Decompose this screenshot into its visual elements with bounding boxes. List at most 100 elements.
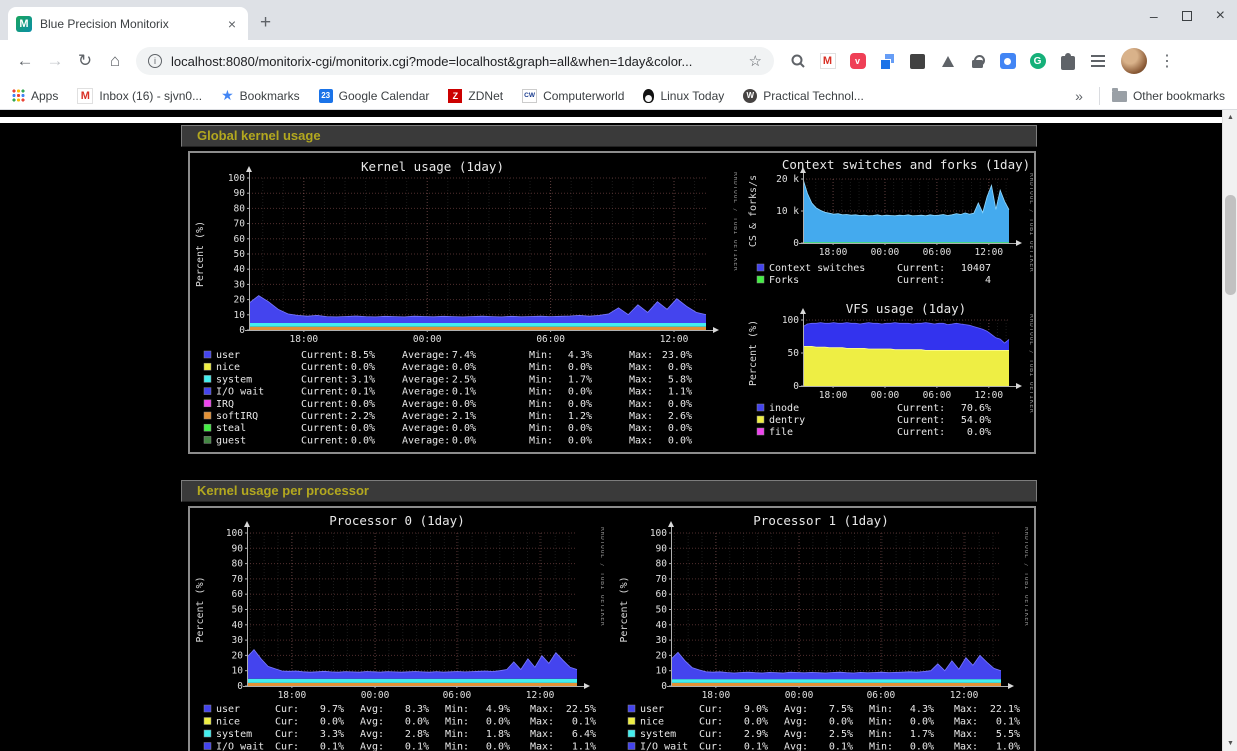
svg-text:12:00: 12:00 <box>660 334 689 345</box>
bookmark-inbox[interactable]: M Inbox (16) - sjvn0... <box>77 88 202 104</box>
svg-text:2.5%: 2.5% <box>829 729 853 740</box>
svg-text:Max:: Max: <box>954 729 978 740</box>
bookmark-practical-technology[interactable]: W Practical Technol... <box>743 89 864 103</box>
svg-text:100: 100 <box>782 315 799 326</box>
browser-menu-icon[interactable]: ⋮ <box>1159 51 1173 71</box>
svg-text:1.1%: 1.1% <box>572 742 596 751</box>
svg-text:2.1%: 2.1% <box>452 411 476 422</box>
tab-strip: M Blue Precision Monitorix × + – × <box>0 0 1237 40</box>
grammarly-extension-icon[interactable]: G <box>1027 51 1048 72</box>
extensions-puzzle-icon[interactable] <box>1057 51 1078 72</box>
svg-text:1.1%: 1.1% <box>668 387 692 398</box>
cpu0-chart: RRDTOOL / TOBI OETIKERPercent (%)Process… <box>192 510 604 751</box>
svg-text:Current:: Current: <box>301 387 349 398</box>
svg-text:Context switches: Context switches <box>769 263 865 274</box>
bookmark-google-calendar[interactable]: 23 Google Calendar <box>319 89 430 103</box>
reading-list-icon[interactable] <box>1087 51 1108 72</box>
bookmark-linux-today[interactable]: Linux Today <box>643 89 724 103</box>
other-bookmarks[interactable]: Other bookmarks <box>1112 89 1225 103</box>
svg-text:user: user <box>640 704 664 715</box>
bookmark-label: Practical Technol... <box>763 89 864 103</box>
star-icon: ★ <box>221 87 234 104</box>
back-button[interactable]: ← <box>10 51 40 71</box>
svg-text:9.7%: 9.7% <box>320 704 344 715</box>
svg-text:10: 10 <box>234 310 246 321</box>
svg-text:Max:: Max: <box>629 387 653 398</box>
context-switches-graph[interactable]: RRDTOOL / TOBI OETIKERCS & forks/sContex… <box>745 155 1033 295</box>
folder-icon <box>1112 91 1127 102</box>
bookmarks-divider <box>1099 87 1100 105</box>
svg-text:Max:: Max: <box>629 423 653 434</box>
pocket-extension-icon[interactable]: v <box>847 51 868 72</box>
svg-text:Min:: Min: <box>529 362 553 373</box>
svg-text:8.3%: 8.3% <box>405 704 429 715</box>
new-tab-button[interactable]: + <box>260 13 271 32</box>
gmail-extension-icon[interactable]: M <box>817 51 838 72</box>
scrollbar-thumb[interactable] <box>1225 195 1236 295</box>
page-info-icon[interactable]: i <box>148 54 162 68</box>
svg-text:Current:: Current: <box>897 275 945 286</box>
processor-1-graph[interactable]: RRDTOOL / TOBI OETIKERPercent (%)Process… <box>616 510 1028 751</box>
tab-close-icon[interactable]: × <box>224 16 240 32</box>
svg-text:Avg:: Avg: <box>784 742 808 751</box>
svg-text:Min:: Min: <box>445 704 469 715</box>
browser-tab[interactable]: M Blue Precision Monitorix × <box>8 7 248 40</box>
close-window-button[interactable]: × <box>1216 7 1225 25</box>
svg-text:40: 40 <box>232 620 244 631</box>
svg-text:0.1%: 0.1% <box>320 742 344 751</box>
svg-text:0.1%: 0.1% <box>572 717 596 728</box>
svg-text:0.1%: 0.1% <box>351 387 375 398</box>
svg-text:06:00: 06:00 <box>923 390 952 401</box>
processor-0-graph[interactable]: RRDTOOL / TOBI OETIKERPercent (%)Process… <box>192 510 604 751</box>
svg-text:Current:: Current: <box>301 374 349 385</box>
svg-text:Min:: Min: <box>529 423 553 434</box>
svg-text:00:00: 00:00 <box>785 690 814 701</box>
bookmark-apps[interactable]: Apps <box>12 89 58 103</box>
vfs-chart: RRDTOOL / TOBI OETIKERPercent (%)VFS usa… <box>745 300 1033 443</box>
svg-text:Max:: Max: <box>629 399 653 410</box>
svg-text:60: 60 <box>656 589 668 600</box>
svg-text:Current:: Current: <box>301 423 349 434</box>
svg-text:60: 60 <box>234 234 246 245</box>
bookmark-star-icon[interactable]: ☆ <box>749 52 762 70</box>
profile-avatar[interactable] <box>1121 48 1147 74</box>
reload-button[interactable]: ↻ <box>70 51 100 71</box>
svg-text:I/O wait: I/O wait <box>216 742 264 751</box>
screenshot-extension-icon[interactable] <box>997 51 1018 72</box>
svg-text:system: system <box>216 374 252 385</box>
context-chart: RRDTOOL / TOBI OETIKERCS & forks/sContex… <box>745 155 1033 295</box>
svg-text:system: system <box>216 729 252 740</box>
scrollbar-track[interactable]: ▲ ▼ <box>1222 110 1237 751</box>
svg-text:Cur:: Cur: <box>275 742 299 751</box>
search-extension-icon[interactable] <box>787 51 808 72</box>
kernel-usage-graph[interactable]: RRDTOOL / TOBI OETIKERPercent (%)Kernel … <box>192 155 737 450</box>
svg-text:20: 20 <box>234 295 246 306</box>
vfs-usage-graph[interactable]: RRDTOOL / TOBI OETIKERPercent (%)VFS usa… <box>745 300 1033 443</box>
minimize-button[interactable]: – <box>1150 8 1158 24</box>
maximize-button[interactable] <box>1182 11 1192 21</box>
bookmarks-overflow-icon[interactable]: » <box>1075 88 1083 104</box>
svg-text:0.1%: 0.1% <box>996 717 1020 728</box>
svg-text:Percent (%): Percent (%) <box>619 576 630 642</box>
svg-text:100: 100 <box>226 528 243 539</box>
svg-text:5.5%: 5.5% <box>996 729 1020 740</box>
bookmark-zdnet[interactable]: Z ZDNet <box>448 89 503 103</box>
shade-extension-icon[interactable] <box>907 51 928 72</box>
svg-text:40: 40 <box>656 620 668 631</box>
url-bar[interactable]: i localhost:8080/monitorix-cgi/monitorix… <box>136 47 774 75</box>
home-button[interactable]: ⌂ <box>100 51 130 71</box>
svg-text:I/O wait: I/O wait <box>640 742 688 751</box>
svg-text:0.0%: 0.0% <box>568 435 592 446</box>
bookmark-bookmarks[interactable]: ★ Bookmarks <box>221 87 300 104</box>
scrollbar-up-arrow[interactable]: ▲ <box>1223 110 1237 125</box>
forward-button[interactable]: → <box>40 51 70 71</box>
bookmark-computerworld[interactable]: CW Computerworld <box>522 89 624 103</box>
copy-extension-icon[interactable] <box>877 51 898 72</box>
svg-text:Min:: Min: <box>529 435 553 446</box>
svg-text:0.0%: 0.0% <box>568 387 592 398</box>
flask-extension-icon[interactable] <box>937 51 958 72</box>
lock-extension-icon[interactable] <box>967 51 988 72</box>
scrollbar-down-arrow[interactable]: ▼ <box>1223 736 1237 751</box>
svg-text:3.1%: 3.1% <box>351 374 375 385</box>
url-text[interactable]: localhost:8080/monitorix-cgi/monitorix.c… <box>171 54 743 69</box>
